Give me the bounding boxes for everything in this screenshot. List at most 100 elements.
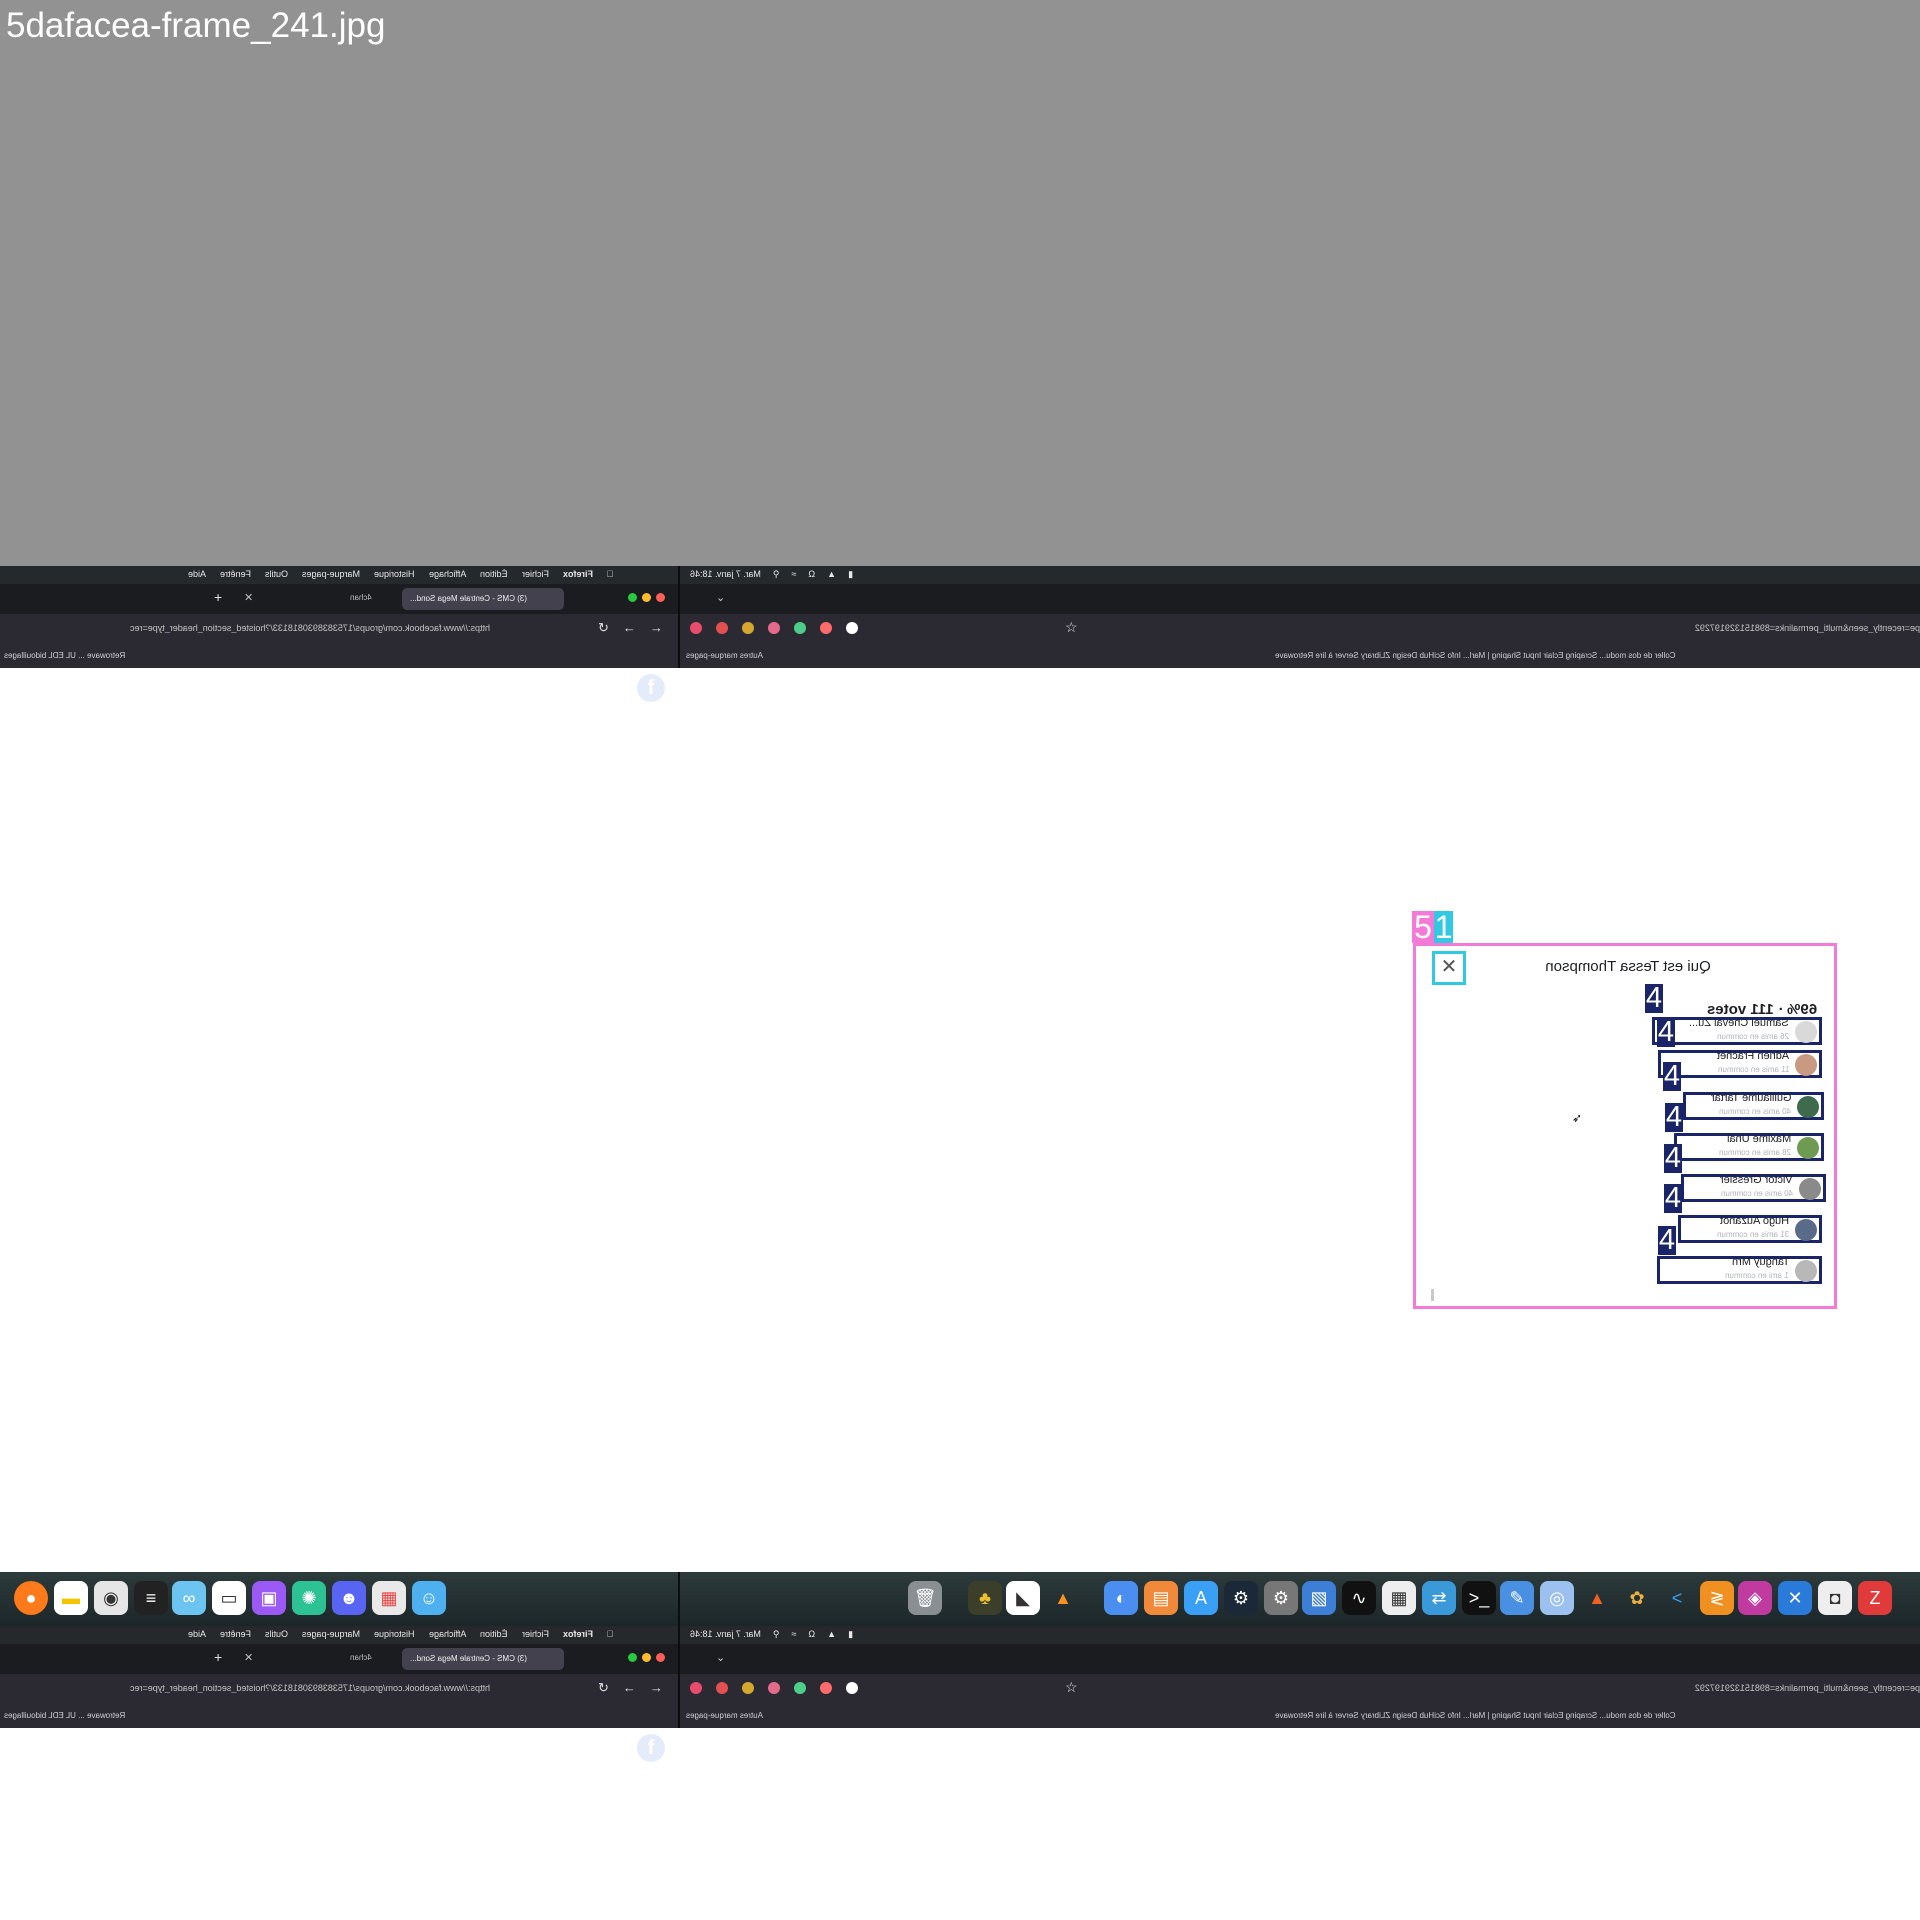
scrollbar[interactable] [1431,1289,1434,1301]
app-icon[interactable]: ◈ [1738,1581,1772,1615]
new-tab-button[interactable]: + [214,1649,222,1665]
voter-row[interactable]: Hugo Auzanot 31 amis en commun [1678,1215,1822,1243]
extension-icon[interactable] [794,622,806,634]
app-icon[interactable]: < [1660,1581,1694,1615]
terminal-icon[interactable]: >_ [1462,1581,1496,1615]
shield-icon[interactable]: ▲ [827,1629,836,1640]
headphones-icon[interactable]: Ω [808,1629,815,1640]
screenshot-icon[interactable]: ◉ [94,1581,128,1615]
battery-icon[interactable]: ▮ [848,1629,853,1640]
activity-monitor-icon[interactable]: ∿ [1342,1581,1376,1615]
app-icon[interactable]: ◘ [1818,1581,1852,1615]
extension-icon[interactable] [742,1682,754,1694]
app-icon[interactable]: ◐ [1104,1581,1138,1615]
extension-icon[interactable] [768,622,780,634]
extension-icon[interactable] [794,1682,806,1694]
bookmarks-other[interactable]: Autres marque-pages [686,1711,763,1720]
minimize-button[interactable] [642,593,651,602]
voter-row[interactable]: Adrien Frachet 11 amis en commun [1658,1050,1822,1078]
launchpad-icon[interactable]: ▦ [372,1581,406,1615]
minimize-button[interactable] [642,1653,651,1662]
back-icon[interactable]: ← [623,620,636,636]
reload-icon[interactable]: ↻ [598,1680,609,1696]
chatgpt-icon[interactable]: ✺ [292,1581,326,1615]
settings-icon[interactable]: ⚙ [1264,1581,1298,1615]
extension-icon[interactable] [768,1682,780,1694]
menu-item-fenetre[interactable]: Fenêtre [220,569,251,579]
chevron-down-icon[interactable]: ⌄ [716,1651,725,1664]
extension-icon[interactable] [846,1682,858,1694]
reload-icon[interactable]: ↻ [598,620,609,636]
sync-app-icon[interactable]: ⇄ [1422,1581,1456,1615]
bookmarks-right[interactable]: Coller de dos modu... Scraping Eclair In… [1275,651,1675,660]
clock[interactable]: Mar. 7 janv. 18:46 [690,1629,761,1640]
menu-item-fichier[interactable]: Fichier [522,1629,549,1639]
firefox-icon[interactable]: ● [14,1581,48,1615]
menu-item-firefox[interactable]: Firefox [563,569,593,579]
app-icon[interactable]: ≷ [1700,1581,1734,1615]
menu-item-fenetre[interactable]: Fenêtre [220,1629,251,1639]
headphones-icon[interactable]: Ω [808,569,815,580]
menu-item-outils[interactable]: Outils [265,1629,288,1639]
menu-item-edition[interactable]: Édition [480,1629,508,1639]
close-tab-icon[interactable]: ✕ [244,591,253,604]
voter-row[interactable]: Tanguy Mrn 1 ami en commun [1657,1256,1822,1284]
extension-icon[interactable] [846,622,858,634]
wifi-icon[interactable]: ≈ [791,1629,796,1640]
voter-row[interactable]: Samuel Cheval Zu... 26 amis en commun [1652,1017,1822,1045]
bookmarks-left[interactable]: Retrowave ... UL EDL bidouillages [4,1711,125,1720]
search-icon[interactable]: ⚲ [773,1629,780,1640]
close-window-button[interactable] [656,1653,665,1662]
url-text-left[interactable]: https://www.facebook.com/groups/17538389… [0,623,490,633]
calculator-icon[interactable]: ▦ [1382,1581,1416,1615]
pineapple-app-icon[interactable]: ♣ [968,1581,1002,1615]
tab-active[interactable]: (3) CMS - Centrale Mega Sond... [402,1648,564,1670]
menu-item-firefox[interactable]: Firefox [563,1629,593,1639]
xcode-icon[interactable]: ✎ [1500,1581,1534,1615]
menu-app-icon[interactable]: ≡ [134,1581,168,1615]
extension-icon[interactable] [820,622,832,634]
search-icon[interactable]: ⚲ [773,569,780,580]
app-icon[interactable]: ✿ [1620,1581,1654,1615]
voter-row[interactable]: Maxime Unal 28 amis en commun [1674,1133,1824,1161]
zoom-button[interactable] [628,1653,637,1662]
zoom-button[interactable] [628,593,637,602]
tab-4chan[interactable]: 4chan [350,593,372,602]
textedit-icon[interactable]: ◣ [1006,1581,1040,1615]
vlc-icon[interactable]: ▲ [1046,1581,1080,1615]
app-store-icon[interactable]: A [1184,1581,1218,1615]
menu-item-affichage[interactable]: Affichage [429,569,466,579]
trash-icon[interactable]: 🗑 [908,1581,942,1615]
url-text-right[interactable]: pe=recently_seen&multi_permalinks=898151… [1640,623,1920,633]
document-app-icon[interactable]: ▭ [212,1581,246,1615]
url-text-left[interactable]: https://www.facebook.com/groups/17538389… [0,1683,490,1693]
apple-icon[interactable]:  [607,569,614,579]
extension-icon[interactable] [716,622,728,634]
battery-icon[interactable]: ▮ [848,569,853,580]
extension-icon[interactable] [742,622,754,634]
menu-item-marque-pages[interactable]: Marque-pages [302,569,360,579]
menu-item-historique[interactable]: Historique [374,1629,415,1639]
extension-icon[interactable] [716,1682,728,1694]
app-icon[interactable]: ▤ [1144,1581,1178,1615]
wifi-icon[interactable]: ≈ [791,569,796,580]
app-icon[interactable]: Z [1858,1581,1892,1615]
shield-icon[interactable]: ▲ [827,569,836,580]
menu-item-aide[interactable]: Aide [188,569,206,579]
twitch-icon[interactable]: ▣ [252,1581,286,1615]
bookmarks-other[interactable]: Autres marque-pages [686,651,763,660]
bookmark-star-icon[interactable]: ☆ [1065,619,1078,636]
menu-item-aide[interactable]: Aide [188,1629,206,1639]
app-icon[interactable]: ▲ [1580,1581,1614,1615]
menu-item-marque-pages[interactable]: Marque-pages [302,1629,360,1639]
notes-icon[interactable]: ▬ [54,1581,88,1615]
preview-icon[interactable]: ▧ [1302,1581,1336,1615]
bookmark-star-icon[interactable]: ☆ [1065,1679,1078,1696]
close-window-button[interactable] [656,593,665,602]
app-icon[interactable]: ✕ [1778,1581,1812,1615]
menu-item-outils[interactable]: Outils [265,569,288,579]
close-tab-icon[interactable]: ✕ [244,1651,253,1664]
forward-icon[interactable]: → [650,620,663,636]
back-icon[interactable]: ← [623,1680,636,1696]
chevron-down-icon[interactable]: ⌄ [716,591,725,604]
